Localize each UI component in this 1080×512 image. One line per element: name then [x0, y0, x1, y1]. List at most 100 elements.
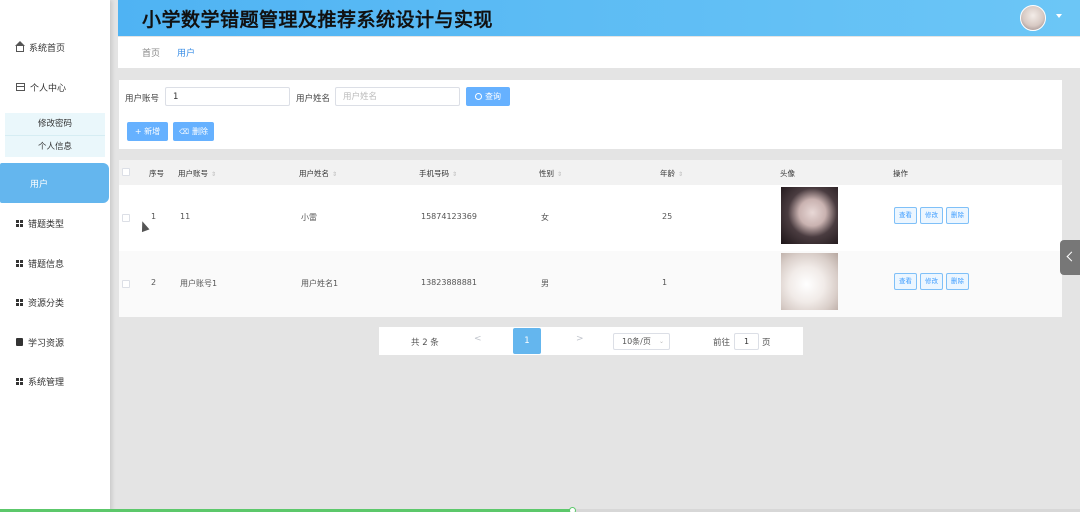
- avatar-photo: [781, 253, 838, 310]
- submenu-item-change-password[interactable]: 修改密码: [5, 113, 105, 135]
- avatar[interactable]: [1020, 5, 1046, 31]
- sort-icon[interactable]: ⇕: [678, 171, 683, 178]
- cell-age: 1: [662, 278, 668, 287]
- goto-unit-label: 页: [762, 338, 771, 348]
- sidebar-item-label: 学习资源: [28, 338, 65, 349]
- table-header: 序号 用户账号 ⇕ 用户姓名 ⇕ 手机号码 ⇕ 性别 ⇕ 年龄 ⇕ 头像 操作: [119, 160, 1062, 185]
- cell-index: 2: [151, 278, 157, 287]
- column-header-age[interactable]: 年龄 ⇕: [660, 168, 683, 179]
- breadcrumb: 首页 用户: [118, 37, 1080, 68]
- users-table: 序号 用户账号 ⇕ 用户姓名 ⇕ 手机号码 ⇕ 性别 ⇕ 年龄 ⇕ 头像 操作 1 11 …: [119, 160, 1062, 317]
- goto-page-input[interactable]: 1: [734, 333, 759, 350]
- sidebar-item-label: 系统首页: [29, 43, 66, 54]
- account-input[interactable]: [165, 87, 290, 106]
- search-panel: 用户账号 用户姓名 查询 + 新增 ⌫ 删除: [119, 80, 1062, 149]
- home-icon: [15, 40, 25, 52]
- clipboard-icon: [16, 338, 23, 346]
- user-card-icon: [16, 83, 25, 91]
- row-delete-button[interactable]: 删除: [946, 273, 969, 290]
- chevron-down-icon[interactable]: [1056, 14, 1062, 18]
- chevron-left-icon[interactable]: [1060, 240, 1080, 275]
- query-button-label: 查询: [485, 92, 501, 101]
- column-header-gender[interactable]: 性别 ⇕: [539, 168, 562, 179]
- sidebar-item-label: 用户: [30, 179, 49, 190]
- select-all-checkbox[interactable]: [122, 168, 130, 176]
- name-label: 用户姓名: [296, 94, 331, 104]
- sort-icon[interactable]: ⇕: [332, 171, 337, 178]
- column-header-avatar: 头像: [780, 169, 795, 178]
- page-size-value: 10条/页: [622, 337, 651, 346]
- cell-account: 用户账号1: [180, 279, 218, 288]
- sidebar-item-label: 错题信息: [28, 259, 65, 270]
- table-row: 2 用户账号1 用户姓名1 13823888881 男 1 查看 修改 删除: [119, 251, 1062, 317]
- grid-icon: [16, 298, 23, 306]
- sidebar-item-wrong-info[interactable]: 错题信息: [0, 243, 110, 283]
- column-header-phone[interactable]: 手机号码 ⇕: [419, 168, 457, 179]
- page-size-select[interactable]: 10条/页 ⌄: [613, 333, 670, 350]
- cell-phone: 13823888881: [421, 278, 477, 287]
- grid-icon: [16, 259, 23, 267]
- column-header-label: 年龄: [660, 169, 675, 178]
- row-checkbox[interactable]: [122, 280, 130, 288]
- add-button[interactable]: + 新增: [127, 122, 168, 141]
- breadcrumb-current: 用户: [177, 49, 196, 59]
- column-header-actions: 操作: [893, 169, 908, 178]
- sidebar-item-home[interactable]: 系统首页: [0, 27, 110, 67]
- delete-button-label: 删除: [191, 127, 208, 136]
- column-header-index: 序号: [149, 169, 164, 178]
- column-header-label: 性别: [539, 169, 554, 178]
- grid-icon: [16, 377, 23, 385]
- progress-knob[interactable]: [569, 507, 577, 512]
- edit-button[interactable]: 修改: [920, 207, 943, 224]
- sidebar: 系统首页 个人中心 修改密码 个人信息 用户 错题类型 错题信息 资源分类 学习…: [0, 0, 110, 512]
- cell-age: 25: [662, 212, 673, 221]
- goto-label: 前往: [713, 338, 731, 348]
- column-header-account[interactable]: 用户账号 ⇕: [178, 168, 216, 179]
- page-number-current[interactable]: 1: [513, 328, 541, 354]
- column-header-name[interactable]: 用户姓名 ⇕: [299, 168, 337, 179]
- grid-icon: [16, 219, 23, 227]
- sidebar-item-wrong-type[interactable]: 错题类型: [0, 203, 110, 243]
- sidebar-item-learning-resource[interactable]: 学习资源: [0, 322, 110, 362]
- table-row: 1 11 小雷 15874123369 女 25 查看 修改 删除: [119, 185, 1062, 251]
- sort-icon[interactable]: ⇕: [557, 171, 562, 178]
- personal-center-submenu: 修改密码 个人信息: [5, 113, 105, 157]
- column-header-label: 用户姓名: [299, 169, 329, 178]
- chevron-down-icon: ⌄: [658, 338, 664, 345]
- sidebar-item-personal-center[interactable]: 个人中心: [0, 67, 110, 107]
- sidebar-item-resource-category[interactable]: 资源分类: [0, 282, 110, 322]
- next-page-button[interactable]: >: [576, 334, 584, 344]
- query-button[interactable]: 查询: [466, 87, 510, 106]
- column-header-label: 用户账号: [178, 169, 208, 178]
- account-label: 用户账号: [125, 94, 160, 104]
- prev-page-button[interactable]: <: [474, 334, 482, 344]
- delete-button[interactable]: ⌫ 删除: [173, 122, 214, 141]
- sidebar-item-users[interactable]: 用户: [0, 163, 109, 203]
- name-input[interactable]: [335, 87, 460, 106]
- sidebar-item-label: 个人中心: [30, 83, 67, 94]
- cell-gender: 男: [541, 279, 549, 288]
- cell-name: 用户姓名1: [301, 279, 339, 288]
- pagination-total: 共 2 条: [411, 338, 439, 348]
- app-title: 小学数学错题管理及推荐系统设计与实现: [142, 9, 494, 31]
- view-button[interactable]: 查看: [894, 273, 917, 290]
- edit-button[interactable]: 修改: [920, 273, 943, 290]
- cell-name: 小雷: [301, 213, 317, 222]
- trash-icon: ⌫: [179, 127, 189, 136]
- row-delete-button[interactable]: 删除: [946, 207, 969, 224]
- submenu-item-personal-info[interactable]: 个人信息: [5, 135, 105, 157]
- row-checkbox[interactable]: [122, 214, 130, 222]
- cell-phone: 15874123369: [421, 212, 477, 221]
- top-header: 小学数学错题管理及推荐系统设计与实现: [118, 0, 1080, 36]
- column-header-label: 手机号码: [419, 169, 449, 178]
- sidebar-item-label: 资源分类: [28, 298, 65, 309]
- sidebar-item-label: 错题类型: [28, 219, 65, 230]
- cell-gender: 女: [541, 213, 549, 222]
- sort-icon[interactable]: ⇕: [211, 171, 216, 178]
- sidebar-item-system-management[interactable]: 系统管理: [0, 361, 110, 401]
- sort-icon[interactable]: ⇕: [452, 171, 457, 178]
- sidebar-item-label: 系统管理: [28, 377, 65, 388]
- view-button[interactable]: 查看: [894, 207, 917, 224]
- breadcrumb-home[interactable]: 首页: [142, 46, 160, 59]
- cell-index: 1: [151, 212, 157, 221]
